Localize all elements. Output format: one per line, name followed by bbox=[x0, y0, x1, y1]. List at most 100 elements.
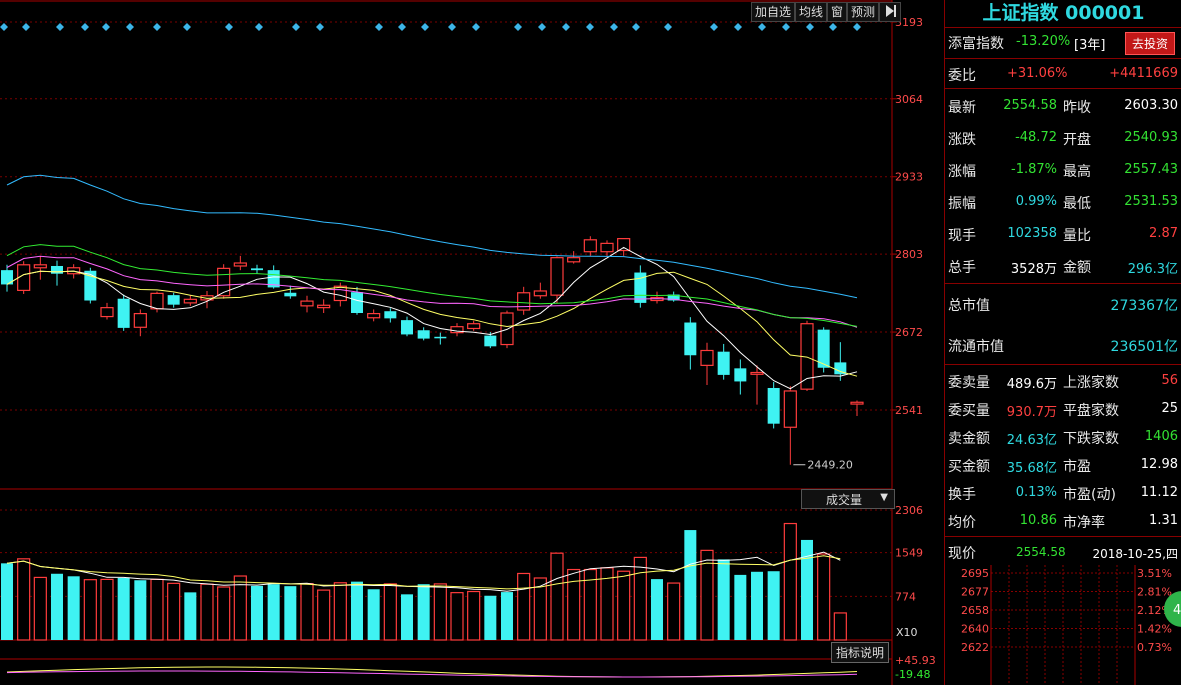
ma-lines-button[interactable]: 均线 bbox=[795, 2, 828, 22]
intraday-mini-chart[interactable]: 2695 3.51%2677 2.81%2658 2.12%2640 1.42%2622… bbox=[945, 565, 1181, 685]
stock-title: 上证指数 000001 bbox=[982, 2, 1145, 24]
market-cap-row: 总市值 273367亿 bbox=[945, 290, 1181, 318]
volume-bar bbox=[150, 578, 164, 641]
volume-bar bbox=[333, 582, 347, 641]
candle-body bbox=[467, 323, 481, 330]
order-label: 委买量 bbox=[948, 403, 990, 419]
candle-body bbox=[284, 292, 297, 297]
event-marker bbox=[610, 23, 618, 31]
volume-bar bbox=[567, 568, 581, 641]
quote-label: 最新 bbox=[948, 100, 976, 116]
quote-row: 最新 2554.58 昨收 2603.30 bbox=[945, 92, 1181, 120]
quote-value: 0.99% bbox=[1015, 194, 1057, 209]
order-label: 卖金额 bbox=[948, 431, 990, 447]
candle-body bbox=[333, 285, 347, 302]
order-value: 24.63亿 bbox=[1006, 433, 1057, 448]
candle-body bbox=[351, 292, 363, 313]
candle-body bbox=[251, 268, 263, 271]
candle-body bbox=[417, 330, 430, 339]
order-row: 均价 10.86 市净率 1.31 bbox=[945, 507, 1181, 535]
candle-body bbox=[233, 262, 247, 267]
volume-bar bbox=[233, 575, 247, 641]
mini-left-tick: 2658 bbox=[961, 604, 989, 617]
volume-bar bbox=[734, 574, 747, 640]
add-watchlist-button[interactable]: 加自选 bbox=[751, 2, 796, 22]
floating-badge-label: 42 bbox=[1173, 603, 1181, 618]
quote-value2: 2531.53 bbox=[1124, 194, 1178, 209]
order-row: 买金额 35.68亿 市盈 12.98 bbox=[945, 451, 1181, 479]
volume-indicator-select[interactable]: 成交量 ▼ bbox=[801, 489, 895, 509]
order-value2: 11.12 bbox=[1140, 485, 1178, 500]
event-marker bbox=[421, 23, 429, 31]
current-date: 2018-10-25,四 bbox=[1092, 547, 1178, 561]
event-marker bbox=[806, 23, 814, 31]
quote-label: 涨幅 bbox=[948, 164, 976, 180]
kline-chart-area[interactable]: 3193 3064 2933 2803 2672 2541 2449.20 2306 1549 7… bbox=[0, 0, 944, 685]
quote-label2: 最高 bbox=[1063, 164, 1091, 180]
candle-body bbox=[51, 265, 63, 274]
forecast-button[interactable]: 预测 bbox=[847, 2, 880, 22]
event-marker bbox=[126, 23, 134, 31]
mini-left-tick: 2695 bbox=[961, 567, 989, 580]
volume-bar bbox=[517, 572, 531, 641]
current-value: 2554.58 bbox=[1016, 545, 1066, 559]
order-label: 买金额 bbox=[948, 459, 990, 475]
order-row: 换手 0.13% 市盈(动) 11.12 bbox=[945, 479, 1181, 507]
event-marker bbox=[758, 23, 766, 31]
volume-multiplier: X10 bbox=[896, 626, 918, 639]
volume-bar bbox=[783, 522, 797, 641]
candle-body bbox=[434, 336, 447, 339]
price-tick-label: 2933 bbox=[895, 171, 923, 184]
quote-value: -1.87% bbox=[1011, 162, 1057, 177]
order-value2: 12.98 bbox=[1140, 457, 1178, 472]
volume-bar bbox=[317, 589, 331, 641]
indicator-help-button[interactable]: 指标说明 bbox=[831, 642, 890, 663]
price-tick-label: 3064 bbox=[895, 93, 923, 106]
event-marker bbox=[472, 23, 480, 31]
window-button[interactable]: 窗 bbox=[827, 2, 848, 22]
order-label2: 市净率 bbox=[1063, 515, 1105, 531]
quote-label2: 金额 bbox=[1063, 260, 1091, 276]
order-label2: 上涨家数 bbox=[1063, 375, 1119, 391]
volume-bar bbox=[51, 573, 63, 640]
volume-bar bbox=[117, 577, 130, 640]
volume-bar bbox=[467, 590, 481, 641]
candle-body bbox=[117, 298, 130, 328]
volume-bar bbox=[501, 592, 513, 640]
candle-body bbox=[617, 238, 631, 252]
candle-body bbox=[384, 311, 397, 319]
order-row: 委买量 930.7万 平盘家数 25 bbox=[945, 395, 1181, 423]
volume-bar bbox=[833, 612, 847, 641]
event-marker bbox=[316, 23, 324, 31]
collapse-arrow-icon[interactable] bbox=[879, 2, 902, 22]
candle-body bbox=[217, 267, 231, 297]
volume-bar bbox=[67, 576, 80, 640]
float-cap-label: 流通市值 bbox=[948, 339, 1004, 355]
candle-body bbox=[367, 312, 381, 319]
event-marker bbox=[225, 23, 233, 31]
fund-row: 添富指数 -13.20% [3年] 去投资 bbox=[945, 28, 1181, 56]
volume-bar bbox=[83, 579, 97, 641]
event-marker bbox=[448, 23, 456, 31]
candle-body bbox=[33, 264, 47, 269]
fund-label: 添富指数 bbox=[948, 36, 1004, 52]
kline-chart[interactable]: 3193306429332803267225412449.20230615497… bbox=[0, 0, 944, 685]
quote-label2: 量比 bbox=[1063, 228, 1091, 244]
low-annotation-label: 2449.20 bbox=[807, 459, 853, 472]
volume-bar bbox=[751, 571, 763, 640]
quote-value2: 2603.30 bbox=[1124, 98, 1178, 113]
price-tick-label: 2803 bbox=[895, 248, 923, 261]
invest-button[interactable]: 去投资 bbox=[1125, 32, 1176, 55]
order-value: 10.86 bbox=[1019, 513, 1057, 528]
candle-body bbox=[517, 292, 531, 311]
order-label2: 平盘家数 bbox=[1063, 403, 1119, 419]
quote-label2: 昨收 bbox=[1063, 100, 1091, 116]
candle-body bbox=[567, 257, 581, 263]
quote-value2: 2.87 bbox=[1149, 226, 1178, 241]
order-value: 930.7万 bbox=[1006, 405, 1057, 420]
candle-body bbox=[533, 290, 547, 297]
quote-value2: 2540.93 bbox=[1124, 130, 1178, 145]
volume-bar bbox=[17, 558, 31, 641]
candle-body bbox=[717, 351, 730, 375]
volume-bar bbox=[1, 563, 13, 640]
